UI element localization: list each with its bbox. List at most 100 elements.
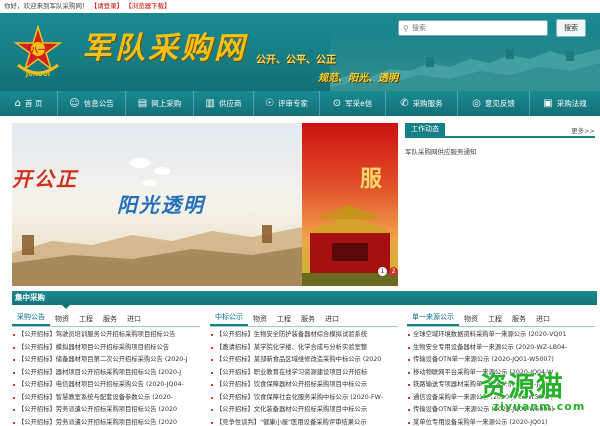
main-nav: ⌂ 首 页 ☺ 信息公告 ▤ 网上采购 ▥ 供应商 ☉ 评审专家 ⊙ 军采e信 …: [0, 91, 600, 116]
column-tabs: 中标公示 物资 工程 服务 进口: [210, 312, 398, 327]
list-item[interactable]: 【公开招标】劳务派遣公开招标采购项目招标公告 (2020: [12, 417, 200, 426]
slogan-line-2: 规范、阳光、透明: [318, 73, 398, 84]
tab-services[interactable]: 服务: [98, 313, 122, 326]
tab-bid-award[interactable]: 中标公示: [210, 312, 248, 326]
nav-announcements[interactable]: ☺ 信息公告: [58, 91, 126, 116]
tiananmen-panel: [302, 123, 398, 286]
chat-icon: ☺: [69, 98, 80, 109]
award-list: 【公开招标】生物安全防护装备器材综合模拟试验系统 【邀请招标】某学院化学楼、化学…: [210, 329, 398, 426]
tab-import[interactable]: 进口: [320, 313, 344, 326]
work-panel-header: 工作动态 更多>>: [405, 123, 595, 138]
list-item[interactable]: 【竞争性谈判】"健康小屋"医用设备采购评审结果公示: [210, 417, 398, 426]
search-icon: ⚲: [403, 23, 409, 33]
list-item[interactable]: 【公开招标】储备器材项目第二次公开招标采购公告 (2020-J: [12, 354, 200, 367]
banner-slogan-3: 服: [360, 166, 383, 192]
nav-regulations[interactable]: ▣ 采购法规: [530, 91, 600, 116]
list-item[interactable]: 【邀请招标】某学院化学楼、化学合成与分析实验室整: [210, 342, 398, 355]
banner-slogan-2: 阳光透明: [117, 193, 205, 217]
tab-import[interactable]: 进口: [122, 313, 146, 326]
list-item[interactable]: 【公开招标】电信器材项目公开招标采购公告 (2020-JQ04-: [12, 379, 200, 392]
work-panel-title: 工作动态: [405, 123, 445, 136]
carousel-indicators: 1 2: [378, 267, 398, 276]
list-item[interactable]: 【公开招标】器材项目公开招标采购项目招标公告 (2020-J: [12, 367, 200, 380]
cart-icon: ▤: [137, 98, 148, 109]
nav-experts[interactable]: ☉ 评审专家: [254, 91, 320, 116]
nav-feedback[interactable]: ◎ 意见反馈: [458, 91, 530, 116]
nav-label: 信息公告: [83, 99, 114, 108]
army-emblem-logo: 八一 JUNDUI: [12, 24, 64, 79]
svg-text:JUNDUI: JUNDUI: [25, 71, 50, 78]
nav-suppliers[interactable]: ▥ 供应商: [194, 91, 254, 116]
tab-single-source[interactable]: 单一来源公示: [407, 312, 459, 326]
list-item[interactable]: 【公开招标】劳务派遣公开招标采购项目招标公告 (2020: [12, 404, 200, 417]
feedback-icon: ◎: [472, 98, 481, 109]
tab-goods[interactable]: 物资: [459, 313, 483, 326]
list-item[interactable]: 【公开招标】生物安全防护装备器材综合模拟试验系统: [210, 329, 398, 342]
tab-engineering[interactable]: 工程: [483, 313, 507, 326]
carousel-dot-1[interactable]: 1: [378, 267, 387, 276]
tab-import[interactable]: 进口: [531, 313, 555, 326]
section-bar-centralized-procurement: 集中采购: [12, 291, 597, 309]
work-updates-panel: 工作动态 更多>> 军队采购网供应服务通知: [405, 123, 595, 286]
nav-junca-e[interactable]: ⊙ 军采e信: [320, 91, 386, 116]
list-item[interactable]: 【公开招标】文化装备器材公开招标采购项目中标公示: [210, 404, 398, 417]
user-icon: ☉: [265, 98, 274, 109]
banner-carousel[interactable]: 开公正 阳光透明 服 1 2: [12, 123, 398, 286]
list-item[interactable]: 【公开招标】饮食保障社会化服务采购中标公示 (2020-FW-: [210, 392, 398, 405]
home-icon: ⌂: [14, 98, 21, 109]
list-item[interactable]: 【公开招标】某部新食品区域维修改造采购中标公示 (2020: [210, 354, 398, 367]
welcome-text: 你好，欢迎来到军队采购网！: [4, 2, 89, 10]
top-info-bar: 你好，欢迎来到军队采购网！ 【请登录】 【浏览器下载】: [0, 0, 600, 13]
list-item[interactable]: 生物安全专用设备器材单一来源公示 (2020-WZ-LB04-: [407, 342, 595, 355]
section-title: 集中采购: [15, 293, 45, 302]
tab-engineering[interactable]: 工程: [272, 313, 296, 326]
search-button[interactable]: 搜索: [556, 19, 586, 37]
tab-procurement-announcement[interactable]: 采购公告: [12, 312, 50, 326]
nav-label: 供应商: [218, 99, 242, 108]
search-input[interactable]: [411, 24, 532, 32]
column-tabs: 单一来源公示 物资 工程 服务 进口: [407, 312, 595, 327]
list-item[interactable]: 全球空域环境数据资料采购单一来源公示 (2020-VQ01: [407, 329, 595, 342]
nav-home[interactable]: ⌂ 首 页: [0, 91, 58, 116]
nav-label: 首 页: [24, 99, 43, 108]
nav-label: 评审专家: [277, 99, 308, 108]
list-item[interactable]: 【公开招标】驾驶员培训服务公开招标采购项目招标公告: [12, 329, 200, 342]
login-link[interactable]: 【请登录】: [91, 2, 124, 10]
nav-online-purchase[interactable]: ▤ 网上采购: [126, 91, 194, 116]
tab-goods[interactable]: 物资: [50, 313, 74, 326]
site-header: 八一 JUNDUI 军队采购网 公开、公平、公正 规范、阳光、透明 ⚲ 搜索: [0, 13, 600, 91]
watermark-url: ziyuanm.com: [492, 400, 586, 413]
watermark-overlay: 资源猫 ziyuanm.com: [480, 365, 598, 425]
store-icon: ▥: [205, 98, 215, 109]
list-item[interactable]: 【公开招标】饮食保障器材公开招标采购项目中标公示: [210, 379, 398, 392]
banner-slogan-1: 开公正: [12, 167, 78, 191]
slogan-line-1: 公开、公平、公正: [256, 55, 336, 66]
watermark-logo: 资源猫: [480, 372, 564, 403]
book-icon: ▣: [543, 98, 553, 109]
carousel-dot-2[interactable]: 2: [389, 267, 398, 276]
nav-label: 意见反馈: [484, 99, 515, 108]
work-more-link[interactable]: 更多>>: [571, 125, 595, 136]
section-tick: [62, 305, 70, 309]
list-item[interactable]: 【公开招标】智慧教室系统与配套设备参数公示 (2020-: [12, 392, 200, 405]
tab-services[interactable]: 服务: [296, 313, 320, 326]
announcement-list: 【公开招标】驾驶员培训服务公开招标采购项目招标公告 【公开招标】模拟器材项目公开…: [12, 329, 200, 426]
column-tabs: 采购公告 物资 工程 服务 进口: [12, 312, 200, 327]
tab-goods[interactable]: 物资: [248, 313, 272, 326]
list-item[interactable]: 【公开招标】职业教育在线学习资源建设项目公开招标: [210, 367, 398, 380]
svg-text:八一: 八一: [30, 46, 45, 54]
nav-label: 网上采购: [151, 99, 182, 108]
tab-engineering[interactable]: 工程: [74, 313, 98, 326]
nav-label: 采购服务: [412, 99, 443, 108]
search-box: ⚲: [398, 20, 548, 36]
phone-icon: ✆: [400, 98, 409, 109]
nav-services[interactable]: ✆ 采购服务: [386, 91, 458, 116]
list-item[interactable]: 【公开招标】模拟器材项目公开招标采购项目招标公告: [12, 342, 200, 355]
browser-download-link[interactable]: 【浏览器下载】: [125, 2, 171, 10]
search-icon: ⊙: [332, 98, 342, 109]
nav-label: 军采e信: [345, 99, 373, 108]
work-item-link[interactable]: 军队采购网供应服务通知: [405, 146, 595, 156]
column-bid-award-notices: 中标公示 物资 工程 服务 进口 【公开招标】生物安全防护装备器材综合模拟试验系…: [210, 312, 398, 426]
tab-services[interactable]: 服务: [507, 313, 531, 326]
site-title: 军队采购网: [82, 31, 247, 66]
